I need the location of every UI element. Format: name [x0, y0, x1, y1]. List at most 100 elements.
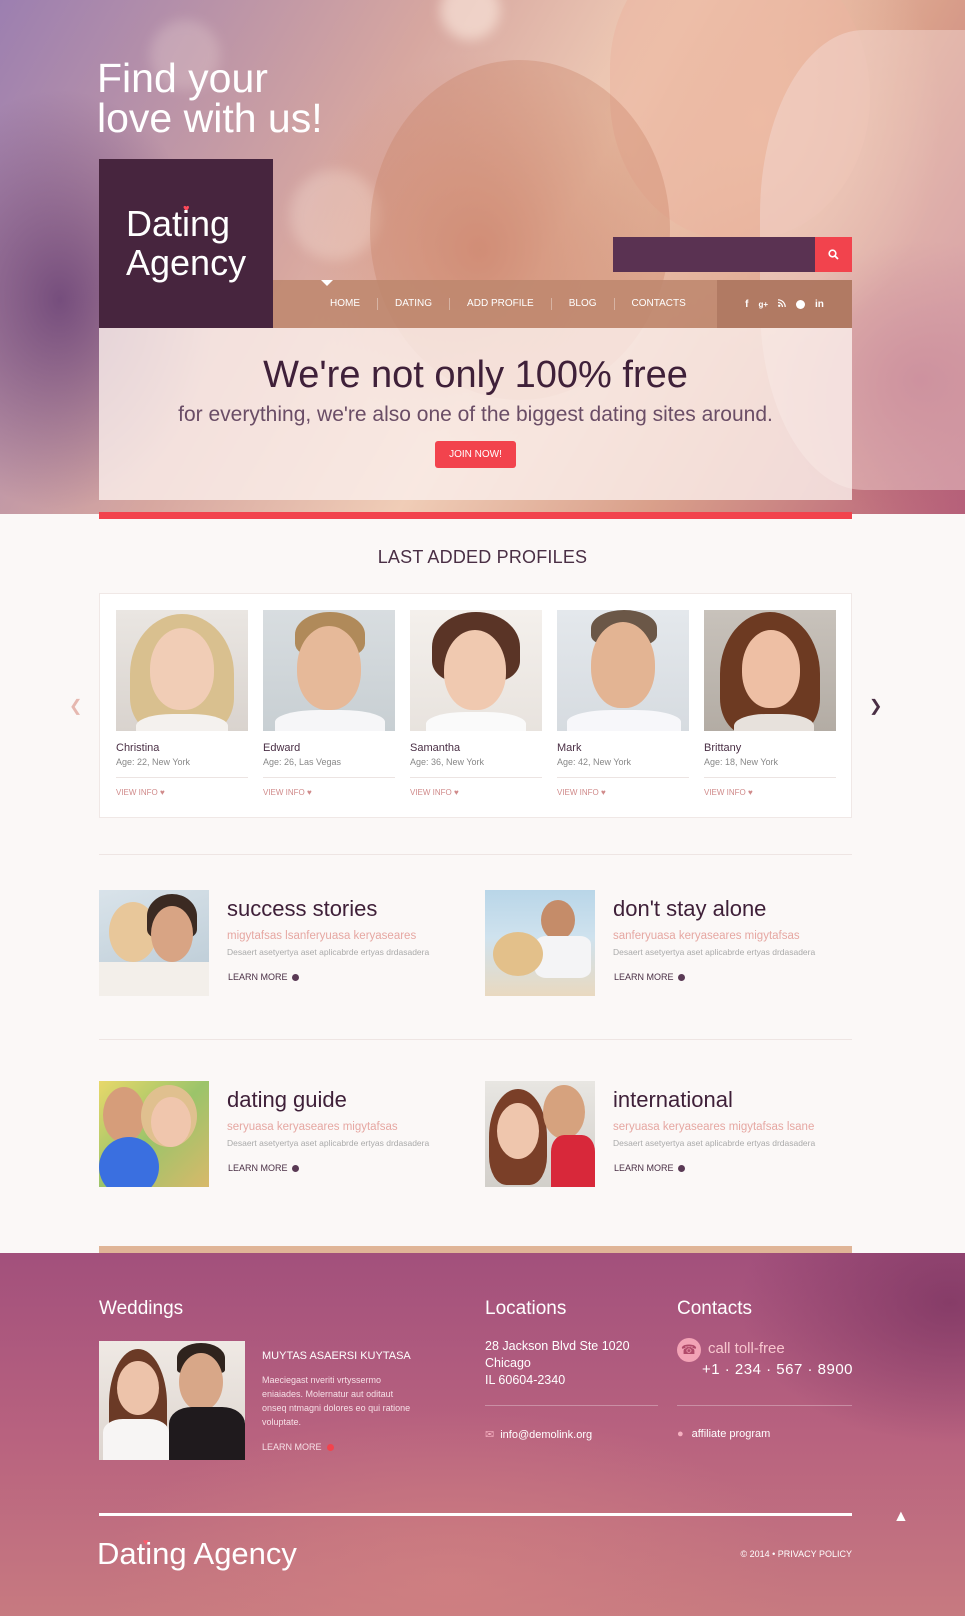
feature-subtitle: seryuasa keryaseares migytafsas lsane [613, 1121, 815, 1133]
divider [677, 1405, 852, 1406]
profile-age: Age: 42, New York [557, 757, 632, 767]
join-now-button[interactable]: JOIN NOW! [435, 441, 516, 468]
nav-blog[interactable]: BLOG [550, 298, 614, 310]
search-button[interactable] [815, 237, 852, 272]
footer-logo[interactable]: Dating Agency [97, 1536, 297, 1572]
affiliate-link[interactable]: ● affiliate program [677, 1428, 770, 1440]
profile-card[interactable]: Brittany Age: 18, New York VIEW INFO ♥ [704, 610, 836, 797]
feature-description: Desaert asetyertya aset aplicabrde ertya… [613, 947, 816, 957]
carousel-next-arrow[interactable]: ❯ [869, 696, 882, 716]
accent-bar [99, 512, 852, 519]
heart-icon: ♥ [454, 788, 459, 797]
profile-card[interactable]: Samantha Age: 36, New York VIEW INFO ♥ [410, 610, 542, 797]
feature-image[interactable] [99, 890, 209, 996]
rss-icon[interactable] [777, 298, 786, 310]
phone-number[interactable]: +1 · 234 · 567 · 8900 [702, 1361, 853, 1378]
learn-more-link[interactable]: LEARN MORE [228, 1163, 299, 1173]
privacy-policy-link[interactable]: PRIVACY POLICY [778, 1549, 852, 1559]
profile-photo[interactable] [263, 610, 395, 731]
divider [410, 777, 542, 778]
nav-contacts[interactable]: CONTACTS [613, 298, 703, 310]
profiles-heading: LAST ADDED PROFILES [377, 547, 588, 567]
google-plus-icon[interactable]: g+ [758, 300, 768, 309]
feature-title: success stories [227, 896, 378, 921]
locations-heading: Locations [485, 1298, 567, 1319]
learn-more-link[interactable]: LEARN MORE [614, 1163, 685, 1173]
pinterest-icon[interactable] [796, 299, 805, 309]
profile-card[interactable]: Christina Age: 22, New York VIEW INFO ♥ [116, 610, 248, 797]
learn-more-link[interactable]: LEARN MORE [228, 972, 299, 982]
heart-icon: ♥ [748, 788, 753, 797]
profile-name[interactable]: Mark [557, 742, 689, 754]
profile-name[interactable]: Edward [263, 742, 395, 754]
nav-dating[interactable]: DATING [377, 298, 449, 310]
feature-dating-guide: dating guide seryuasa keryaseares migyta… [99, 1081, 459, 1189]
divider [116, 777, 248, 778]
feature-image[interactable] [99, 1081, 209, 1187]
scroll-top-icon[interactable]: ▲ [893, 1508, 909, 1526]
divider [263, 777, 395, 778]
feature-description: Desaert asetyertya aset aplicabrde ertya… [227, 947, 430, 957]
logo[interactable]: ♥ Dating Agency [99, 159, 273, 328]
feature-image[interactable] [485, 890, 595, 996]
feature-subtitle: seryuasa keryaseares migytafsas [227, 1121, 398, 1133]
profile-card[interactable]: Edward Age: 26, Las Vegas VIEW INFO ♥ [263, 610, 395, 797]
profile-photo[interactable] [410, 610, 542, 731]
nav-home[interactable]: HOME [313, 298, 377, 310]
profile-photo[interactable] [557, 610, 689, 731]
profile-age: Age: 26, Las Vegas [263, 757, 342, 767]
feature-international: international seryuasa keryaseares migyt… [485, 1081, 845, 1189]
view-info-link[interactable]: VIEW INFO ♥ [116, 788, 248, 797]
contacts-heading: Contacts [677, 1298, 752, 1319]
main-nav: HOME DATING ADD PROFILE BLOG CONTACTS f … [273, 280, 852, 328]
view-info-link[interactable]: VIEW INFO ♥ [704, 788, 836, 797]
email-link[interactable]: ✉ info@demolink.org [485, 1428, 592, 1441]
section-divider [99, 1039, 852, 1040]
divider [704, 777, 836, 778]
feature-subtitle: migytafsas lsanferyuasa keryaseares [227, 930, 417, 942]
weddings-learn-more-link[interactable]: LEARN MORE [262, 1442, 335, 1452]
weddings-image[interactable] [99, 1341, 245, 1460]
feature-title: don't stay alone [613, 896, 767, 921]
view-info-link[interactable]: VIEW INFO ♥ [263, 788, 395, 797]
arrow-circle-icon [327, 1444, 335, 1451]
weddings-heading: Weddings [99, 1298, 184, 1319]
weddings-text: Maeciegast nveriti vrtyssermo eniaiades.… [262, 1375, 411, 1427]
heart-icon: ♥ [307, 788, 312, 797]
call-label: call toll-free [708, 1340, 785, 1357]
footer-divider [99, 1513, 852, 1516]
carousel-prev-arrow[interactable]: ❮ [69, 696, 82, 716]
view-info-link[interactable]: VIEW INFO ♥ [557, 788, 689, 797]
logo-line-2: Agency [126, 242, 247, 283]
feature-description: Desaert asetyertya aset aplicabrde ertya… [227, 1138, 430, 1148]
search-input[interactable] [613, 237, 815, 272]
learn-more-link[interactable]: LEARN MORE [614, 972, 685, 982]
social-links: f g+ in [717, 280, 852, 328]
profile-photo[interactable] [704, 610, 836, 731]
divider [485, 1405, 658, 1406]
divider [557, 777, 689, 778]
envelope-icon: ✉ [485, 1429, 495, 1441]
profile-card[interactable]: Mark Age: 42, New York VIEW INFO ♥ [557, 610, 689, 797]
feature-image[interactable] [485, 1081, 595, 1187]
promo-box: We're not only 100% free for everything,… [99, 328, 852, 500]
view-info-link[interactable]: VIEW INFO ♥ [410, 788, 542, 797]
feature-subtitle: sanferyuasa keryaseares migytafsas [613, 930, 800, 942]
feature-dont-stay-alone: don't stay alone sanferyuasa keryaseares… [485, 890, 845, 998]
profile-name[interactable]: Christina [116, 742, 248, 754]
profile-age: Age: 36, New York [410, 757, 485, 767]
profiles-carousel: Christina Age: 22, New York VIEW INFO ♥ … [99, 593, 852, 818]
promo-title: We're not only 100% free [263, 354, 688, 396]
profile-photo[interactable] [116, 610, 248, 731]
feature-title: international [613, 1087, 733, 1112]
facebook-icon[interactable]: f [745, 299, 748, 310]
nav-add-profile[interactable]: ADD PROFILE [449, 298, 551, 310]
arrow-circle-icon [677, 1165, 685, 1172]
feature-description: Desaert asetyertya aset aplicabrde ertya… [613, 1138, 816, 1148]
feature-title: dating guide [227, 1087, 347, 1112]
profile-name[interactable]: Brittany [704, 742, 836, 754]
arrow-circle-icon [291, 974, 299, 981]
copyright: © 2014 • PRIVACY POLICY [740, 1549, 852, 1559]
linkedin-icon[interactable]: in [815, 299, 824, 310]
profile-name[interactable]: Samantha [410, 742, 542, 754]
